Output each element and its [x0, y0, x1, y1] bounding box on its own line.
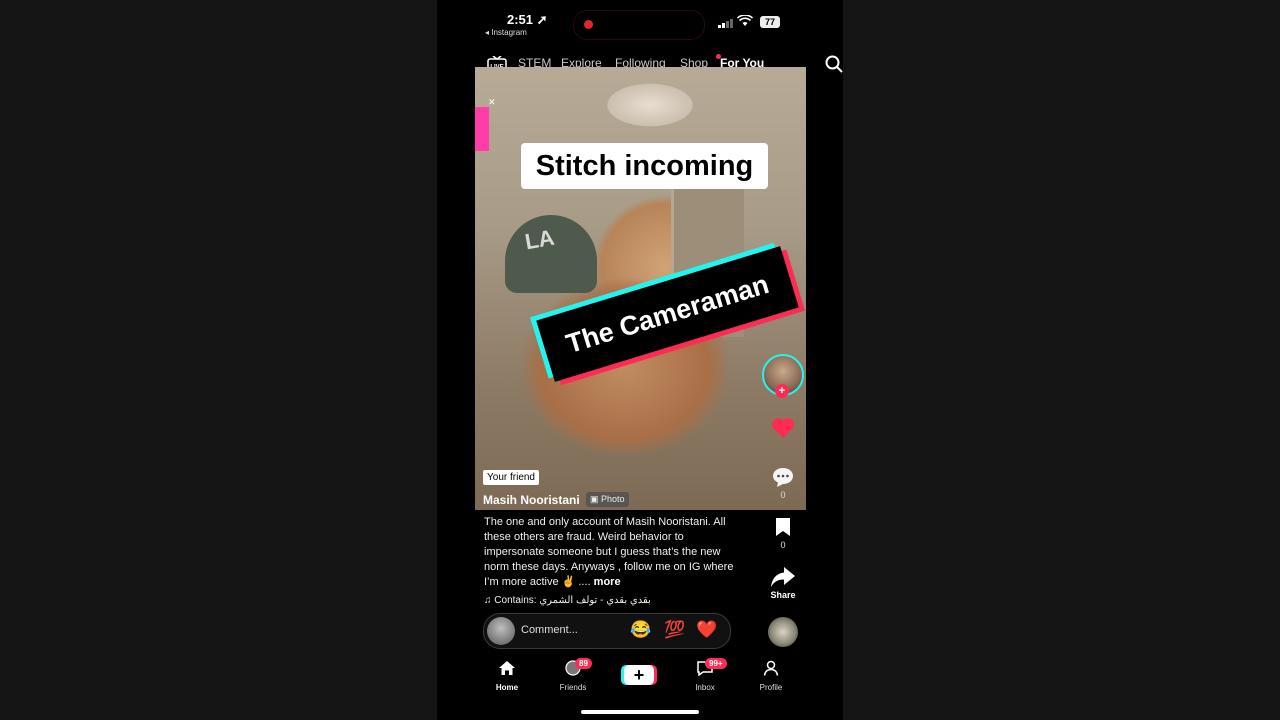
creator-username[interactable]: Masih Nooristani [483, 493, 580, 507]
music-disc-icon[interactable] [768, 617, 798, 647]
comment-input-bar[interactable]: Comment... 😂 💯 ❤️ [483, 613, 731, 649]
bookmark-count: 0 [780, 540, 786, 550]
nav-friends[interactable]: 89 Friends [551, 658, 595, 692]
back-to-instagram-link[interactable]: ◂ Instagram [485, 28, 527, 37]
phone-screen: 2:51 ➚ ◂ Instagram 77 LIVE STEM Explore … [437, 0, 843, 720]
search-icon[interactable] [825, 55, 843, 73]
follow-plus-icon[interactable]: + [775, 384, 789, 398]
home-icon [499, 661, 515, 675]
media-type-label: Photo [601, 494, 625, 504]
music-note-icon: ♫ [484, 595, 492, 606]
sound-text: Contains: بقدي بقدي - تولف الشمري [494, 595, 651, 606]
overlay-text-stitch: Stitch incoming [521, 143, 768, 189]
battery-indicator: 77 [760, 16, 780, 28]
hundred-emoji-icon[interactable]: 💯 [664, 620, 685, 640]
sound-info[interactable]: ♫ Contains: بقدي بقدي - تولف الشمري [484, 595, 651, 606]
caption-more-link[interactable]: more [594, 576, 621, 588]
status-time: 2:51 ➚ [507, 12, 548, 27]
comment-icon[interactable] [771, 466, 795, 488]
dynamic-island [573, 10, 705, 40]
create-button[interactable]: + [621, 665, 657, 685]
recording-icon [584, 20, 593, 29]
comment-count: 0 [780, 490, 786, 500]
right-letterbox [843, 0, 1280, 720]
friend-tag: Your friend [483, 470, 539, 485]
nav-inbox[interactable]: 99+ Inbox [683, 658, 727, 692]
nav-inbox-label: Inbox [695, 683, 715, 692]
share-label: Share [770, 590, 796, 600]
laughing-emoji-icon[interactable]: 😂 [630, 620, 651, 640]
video-player[interactable]: LA ✕ Stitch incoming The Cameraman Your … [475, 67, 806, 510]
share-icon[interactable] [770, 566, 796, 588]
nav-profile-label: Profile [759, 683, 783, 692]
nav-friends-label: Friends [559, 683, 587, 692]
bottom-navigation: Home 89 Friends + 99+ Inbox Profile [485, 658, 795, 694]
home-indicator[interactable] [581, 710, 699, 714]
ad-sticker[interactable] [475, 107, 489, 151]
post-caption: The one and only account of Masih Nooris… [484, 515, 734, 590]
cellular-signal-icon [718, 18, 733, 28]
photo-icon: ▣ [590, 494, 599, 504]
cap-logo: LA [522, 224, 557, 255]
plus-icon: + [624, 665, 654, 685]
close-icon[interactable]: ✕ [488, 97, 496, 108]
wifi-icon [737, 15, 753, 26]
nav-profile[interactable]: Profile [749, 660, 793, 692]
inbox-badge: 99+ [705, 658, 727, 669]
left-letterbox [0, 0, 437, 720]
location-arrow-icon: ➚ [536, 12, 548, 27]
profile-icon [763, 660, 779, 676]
media-type-badge: ▣ Photo [586, 492, 629, 507]
friends-badge: 89 [575, 658, 592, 669]
heart-icon[interactable] [771, 417, 795, 439]
heart-emoji-icon[interactable]: ❤️ [696, 620, 717, 640]
bookmark-icon[interactable] [774, 517, 792, 537]
comment-input[interactable]: Comment... [521, 624, 578, 636]
avatar [487, 617, 515, 645]
nav-home[interactable]: Home [485, 660, 529, 692]
nav-home-label: Home [495, 683, 519, 692]
